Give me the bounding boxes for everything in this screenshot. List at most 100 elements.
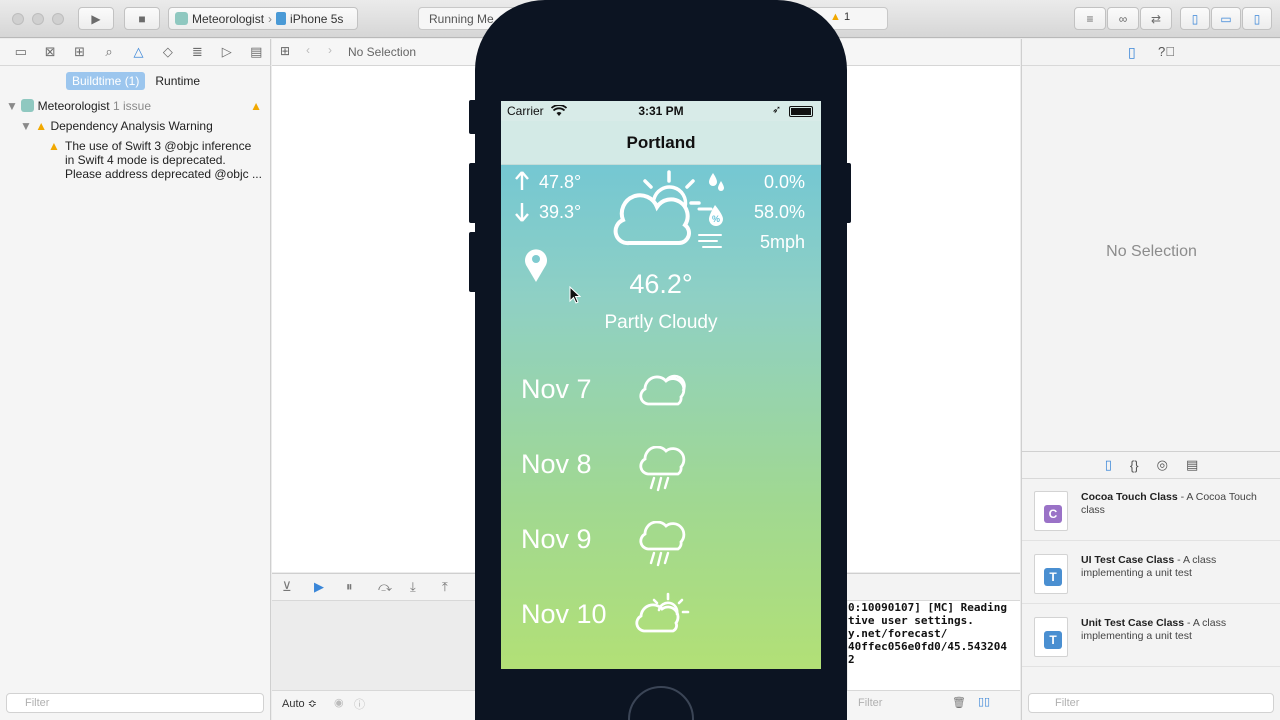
auto-variables-selector[interactable]: Auto ≎ <box>282 697 317 710</box>
step-out-icon[interactable]: ⤒ <box>442 579 448 595</box>
battery-icon <box>789 106 813 117</box>
partly-sunny-icon <box>635 592 690 633</box>
disclosure-triangle-icon[interactable]: ▼ <box>6 99 18 113</box>
issue-navigator: ▭ ⊠ ⊞ ⌕ △ ◇ ≣ ▷ ▤ Buildtime (1) Runtime … <box>0 39 271 720</box>
toggle-inspector-button[interactable]: ▯ <box>1242 7 1272 30</box>
console-filter-input[interactable]: Filter <box>858 697 882 709</box>
run-button[interactable]: ▶ <box>78 7 114 30</box>
tree-row-group[interactable]: ▼ ▲ Dependency Analysis Warning <box>20 119 213 133</box>
stop-button[interactable]: ■ <box>124 7 160 30</box>
arrow-down-icon <box>515 203 529 222</box>
scheme-selector[interactable]: Meteorologist › iPhone 5s <box>168 7 358 30</box>
zoom-window-button[interactable] <box>52 13 64 25</box>
library-filter-input[interactable]: Filter <box>1028 693 1274 713</box>
version-editor-button[interactable]: ⇄ <box>1140 7 1172 30</box>
library-item-title: Cocoa Touch Class <box>1081 491 1178 503</box>
issue-message-line: Please address deprecated @objc ... <box>65 167 262 181</box>
breakpoints-toggle-icon[interactable]: ▶ <box>314 579 324 595</box>
badge-letter: C <box>1044 505 1062 523</box>
chevron-right-icon: › <box>268 11 273 26</box>
volume-down-button[interactable] <box>469 232 477 292</box>
assistant-editor-button[interactable]: ∞ <box>1107 7 1139 30</box>
object-library-icon[interactable]: ◎ <box>1157 457 1168 473</box>
step-over-icon[interactable]: ⤼ <box>378 579 392 595</box>
forecast-date: Nov 10 <box>521 599 607 629</box>
warning-icon[interactable]: △ <box>124 44 153 60</box>
current-temp: 46.2° <box>629 269 693 299</box>
tab-buildtime[interactable]: Buildtime (1) <box>66 72 146 90</box>
bottom-panel-icon: ▭ <box>1220 11 1232 26</box>
app-screen: Carrier 3:31 PM ➶ Portland 47.8° 39.3° %… <box>501 101 821 669</box>
file-template-icon[interactable]: ▯ <box>1105 457 1112 473</box>
jumpbar-path[interactable]: No Selection <box>348 45 416 59</box>
grid-icon[interactable]: ⊞ <box>280 44 290 58</box>
eye-icon[interactable]: ◉ <box>334 696 344 709</box>
disclosure-triangle-icon[interactable]: ▼ <box>20 119 32 133</box>
toggle-navigator-button[interactable]: ▯ <box>1180 7 1210 30</box>
test-icon[interactable]: ◇ <box>153 44 182 60</box>
rain-cloud-icon <box>639 521 686 567</box>
library-item-ui-test-case-class[interactable]: T UI Test Case Class - A class implement… <box>1022 544 1280 604</box>
trash-icon[interactable]: 🗑 <box>952 696 966 709</box>
search-icon[interactable]: ⌕ <box>94 44 123 60</box>
file-template-icon: C <box>1034 491 1068 531</box>
console-line: 40ffec056e0fd0/45.543204 <box>848 640 1007 653</box>
close-window-button[interactable] <box>12 13 24 25</box>
standard-editor-button[interactable]: ≡ <box>1074 7 1106 30</box>
scheme-app-label: Meteorologist <box>192 11 265 26</box>
pause-icon[interactable]: ⏸ <box>346 579 353 595</box>
warning-icon: ▲ <box>35 119 48 133</box>
library-item-unit-test-case-class[interactable]: T Unit Test Case Class - A class impleme… <box>1022 607 1280 667</box>
back-arrow-icon[interactable]: ‹ <box>306 43 310 57</box>
warning-count: 1 <box>843 11 851 23</box>
tree-row-issue[interactable]: ▲ The use of Swift 3 @objc inference in … <box>48 139 262 181</box>
forecast-row[interactable]: Nov 8 <box>501 442 821 498</box>
issue-message-line: The use of Swift 3 @objc inference <box>65 139 252 153</box>
app-icon <box>175 12 188 25</box>
split-view-icon[interactable]: ▯▯ <box>978 695 990 708</box>
folder-icon[interactable]: ▭ <box>6 44 35 60</box>
source-control-icon[interactable]: ⊠ <box>35 44 64 60</box>
file-template-icon: T <box>1034 554 1068 594</box>
console-line: 2 <box>848 653 855 666</box>
status-bar: Carrier 3:31 PM ➶ <box>501 101 821 121</box>
tab-runtime[interactable]: Runtime <box>149 72 206 90</box>
navigator-filter-input[interactable]: Filter <box>6 693 264 713</box>
power-button[interactable] <box>843 163 851 223</box>
file-inspector-icon[interactable]: ▯ <box>1128 44 1136 61</box>
forward-arrow-icon[interactable]: › <box>328 43 332 57</box>
toggle-debug-area-button[interactable]: ▭ <box>1211 7 1241 30</box>
lines-icon: ≡ <box>1086 11 1094 26</box>
hide-debug-area-icon[interactable]: ⊻ <box>282 579 292 595</box>
forecast-row[interactable]: Nov 7 <box>501 367 821 423</box>
left-panel-icon: ▯ <box>1191 11 1199 26</box>
warning-indicator[interactable]: ▲ 1 <box>830 11 850 23</box>
report-icon[interactable]: ▤ <box>242 44 271 60</box>
tree-row-project[interactable]: ▼ Meteorologist 1 issue ▲ <box>6 99 268 113</box>
precip-humidity-wind-icons: % <box>697 173 724 248</box>
scheme-device-label: iPhone 5s <box>290 11 344 26</box>
svg-text:%: % <box>712 214 720 224</box>
forecast-row[interactable]: Nov 9 <box>501 517 821 573</box>
rain-cloud-icon <box>639 446 686 492</box>
console-line: tive user settings. <box>848 614 974 627</box>
mute-switch[interactable] <box>469 100 477 134</box>
info-icon[interactable]: ⓘ <box>354 696 365 712</box>
volume-up-button[interactable] <box>469 163 477 223</box>
step-into-icon[interactable]: ⤓ <box>410 579 416 595</box>
debug-icon[interactable]: ≣ <box>183 44 212 60</box>
help-icon[interactable]: ?⃝ <box>1158 44 1175 59</box>
forecast-row[interactable]: Nov 10 <box>501 592 821 648</box>
library-item-cocoa-touch-class[interactable]: C Cocoa Touch Class - A Cocoa Touch clas… <box>1022 481 1280 541</box>
issue-scope-segmented-control: Buildtime (1) Runtime <box>66 72 206 90</box>
issue-count: 1 issue <box>112 99 151 113</box>
media-library-icon[interactable]: ▤ <box>1186 457 1198 473</box>
arrow-up-icon <box>515 171 529 190</box>
code-snippet-icon[interactable]: {} <box>1130 458 1139 473</box>
hierarchy-icon[interactable]: ⊞ <box>65 44 94 60</box>
breakpoint-icon[interactable]: ▷ <box>212 44 241 60</box>
badge-letter: T <box>1044 631 1062 649</box>
iphone-icon <box>276 12 287 25</box>
minimize-window-button[interactable] <box>32 13 44 25</box>
console-output[interactable]: 0:10090107] [MC] Reading tive user settin… <box>848 601 1020 691</box>
